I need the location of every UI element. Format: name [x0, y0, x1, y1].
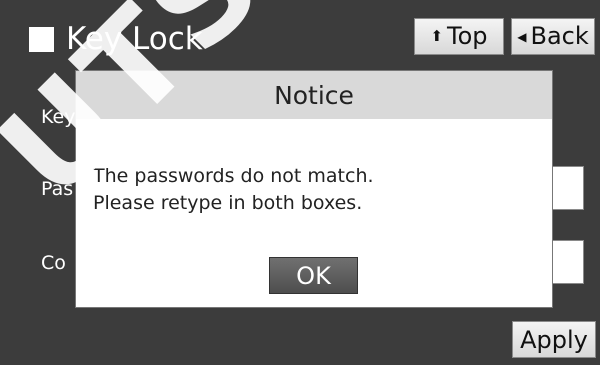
- page-title: Key Lock: [66, 21, 203, 57]
- back-button-label: Back: [530, 22, 589, 50]
- key-label: Key: [41, 106, 76, 128]
- top-button[interactable]: ⬆ Top: [414, 18, 504, 55]
- arrow-up-icon: ⬆: [430, 27, 444, 45]
- square-icon: [29, 27, 54, 52]
- dialog-message: The passwords do not match. Please retyp…: [93, 163, 374, 217]
- dialog-message-line-2: Please retype in both boxes.: [93, 192, 363, 214]
- notice-dialog: Notice The passwords do not match. Pleas…: [75, 70, 553, 308]
- arrow-left-icon: ◀: [517, 29, 527, 44]
- dialog-title: Notice: [274, 80, 354, 110]
- confirm-password-field[interactable]: [548, 240, 584, 284]
- dialog-header: Notice: [76, 71, 552, 119]
- key-lock-screen: Key Lock ⬆ Top ◀ Back Key Pas Co Apply N…: [0, 0, 600, 365]
- dialog-message-line-1: The passwords do not match.: [93, 165, 374, 187]
- password-label: Pas: [41, 178, 74, 200]
- back-button[interactable]: ◀ Back: [511, 18, 595, 55]
- ok-button[interactable]: OK: [269, 257, 358, 294]
- password-field[interactable]: [548, 166, 584, 210]
- top-button-label: Top: [447, 22, 488, 50]
- apply-button[interactable]: Apply: [512, 321, 596, 358]
- confirm-label: Co: [41, 252, 66, 274]
